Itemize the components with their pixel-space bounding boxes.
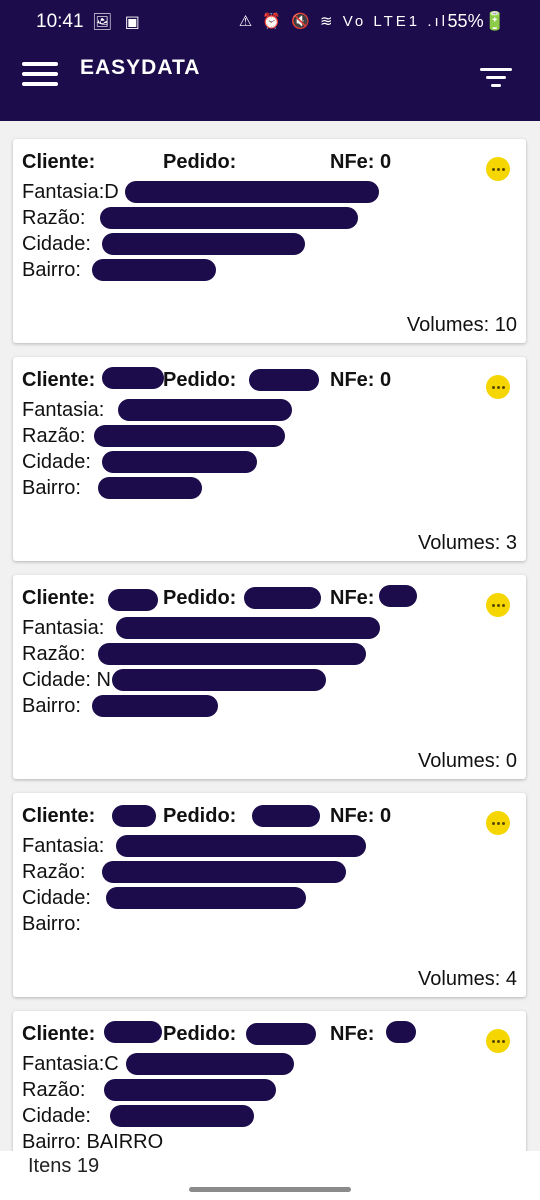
redaction (110, 1105, 254, 1127)
redaction (386, 1021, 416, 1043)
system-icons: ⚠ ⏰ 🔇 ≋ Vo LTE1 .ıl (238, 13, 448, 30)
cidade-line: Cidade: (22, 231, 305, 257)
volumes-count: Volumes: 10 (406, 314, 517, 336)
order-card[interactable]: Cliente: Pedido: NFe: Fantasia:C Razão: … (13, 1011, 526, 1151)
fantasia-line: Fantasia: (22, 615, 380, 641)
redaction (112, 805, 156, 827)
order-card[interactable]: Cliente: Pedido: NFe: 0 Fantasia: Razão:… (13, 793, 526, 997)
nfe-value: NFe: (330, 587, 375, 609)
nfe-value: NFe: (330, 1023, 375, 1045)
app-title: EASYDATA (80, 56, 201, 79)
razao-line: Razão: (22, 859, 346, 885)
redaction (98, 477, 202, 499)
order-card[interactable]: Cliente: Pedido: NFe: 0 Fantasia:D Razão… (13, 139, 526, 343)
more-options-icon[interactable] (486, 157, 510, 181)
redaction (104, 1021, 162, 1043)
razao-line: Razão: (22, 641, 366, 667)
redaction (116, 835, 366, 857)
nfe-value: NFe: 0 (330, 805, 392, 827)
redaction (246, 1023, 316, 1045)
pedido-label: Pedido: (163, 1023, 237, 1045)
more-options-icon[interactable] (486, 593, 510, 617)
order-card[interactable]: Cliente: Pedido: NFe: 0 Fantasia: Razão:… (13, 357, 526, 561)
redaction (116, 617, 380, 639)
pedido-label: Pedido: (163, 587, 237, 609)
battery-indicator: 55%🔋 (447, 11, 506, 31)
redaction (125, 181, 379, 203)
cliente-label: Cliente: (22, 587, 96, 609)
redaction (112, 669, 326, 691)
redaction (100, 207, 358, 229)
status-bar: 10:41 🖼 ▣ ⚠ ⏰ 🔇 ≋ Vo LTE1 .ıl 55%🔋 (0, 0, 540, 44)
pedido-label: Pedido: (163, 369, 237, 391)
more-options-icon[interactable] (486, 811, 510, 835)
fantasia-line: Fantasia:D (22, 179, 379, 205)
more-options-icon[interactable] (486, 375, 510, 399)
system-nav-bar (0, 1183, 540, 1200)
bairro-line: Bairro: (22, 693, 218, 719)
order-card[interactable]: Cliente: Pedido: NFe: Fantasia: Razão: C… (13, 575, 526, 779)
redaction (102, 861, 346, 883)
redaction (106, 887, 306, 909)
redaction (98, 643, 366, 665)
fantasia-line: Fantasia:C (22, 1051, 294, 1077)
cidade-line: Cidade: (22, 1103, 254, 1129)
redaction (126, 1053, 294, 1075)
redaction (102, 367, 164, 389)
redaction (104, 1079, 276, 1101)
redaction (244, 587, 321, 609)
items-count: Itens 19 (28, 1155, 100, 1177)
cidade-line: Cidade: N (22, 667, 326, 693)
cliente-label: Cliente: (22, 1023, 96, 1045)
bairro-line: Bairro: (22, 257, 216, 283)
redaction (108, 589, 158, 611)
pedido-label: Pedido: (163, 151, 237, 173)
redaction (92, 259, 216, 281)
filter-icon[interactable] (480, 68, 512, 92)
razao-line: Razão: (22, 423, 285, 449)
status-time: 10:41 (36, 11, 84, 32)
fantasia-line: Fantasia: (22, 833, 366, 859)
notification-icons: 🖼 ▣ (92, 14, 144, 31)
hamburger-icon[interactable] (22, 62, 58, 88)
orders-list[interactable]: Cliente: Pedido: NFe: 0 Fantasia:D Razão… (0, 121, 540, 1151)
redaction (102, 233, 305, 255)
redaction (379, 585, 417, 607)
redaction (118, 399, 292, 421)
volumes-count: Volumes: 3 (418, 532, 517, 554)
bairro-line: Bairro: (22, 913, 81, 935)
cliente-label: Cliente: (22, 369, 96, 391)
razao-line: Razão: (22, 1077, 276, 1103)
pedido-label: Pedido: (163, 805, 237, 827)
list-footer: Itens 19 (0, 1151, 540, 1183)
cidade-line: Cidade: (22, 449, 257, 475)
app-bar: EASYDATA (0, 44, 540, 121)
redaction (92, 695, 218, 717)
razao-line: Razão: (22, 205, 358, 231)
cliente-label: Cliente: (22, 151, 96, 173)
cliente-label: Cliente: (22, 805, 96, 827)
nfe-value: NFe: 0 (330, 151, 392, 173)
redaction (249, 369, 319, 391)
redaction (94, 425, 285, 447)
bairro-line: Bairro: BAIRRO (22, 1131, 164, 1151)
volumes-count: Volumes: 4 (418, 968, 517, 990)
cidade-line: Cidade: (22, 885, 306, 911)
more-options-icon[interactable] (486, 1029, 510, 1053)
bairro-line: Bairro: (22, 475, 202, 501)
redaction (102, 451, 257, 473)
redaction (252, 805, 320, 827)
volumes-count: Volumes: 0 (418, 750, 517, 772)
fantasia-line: Fantasia: (22, 397, 292, 423)
nfe-value: NFe: 0 (330, 369, 392, 391)
home-gesture-bar[interactable] (189, 1187, 351, 1192)
